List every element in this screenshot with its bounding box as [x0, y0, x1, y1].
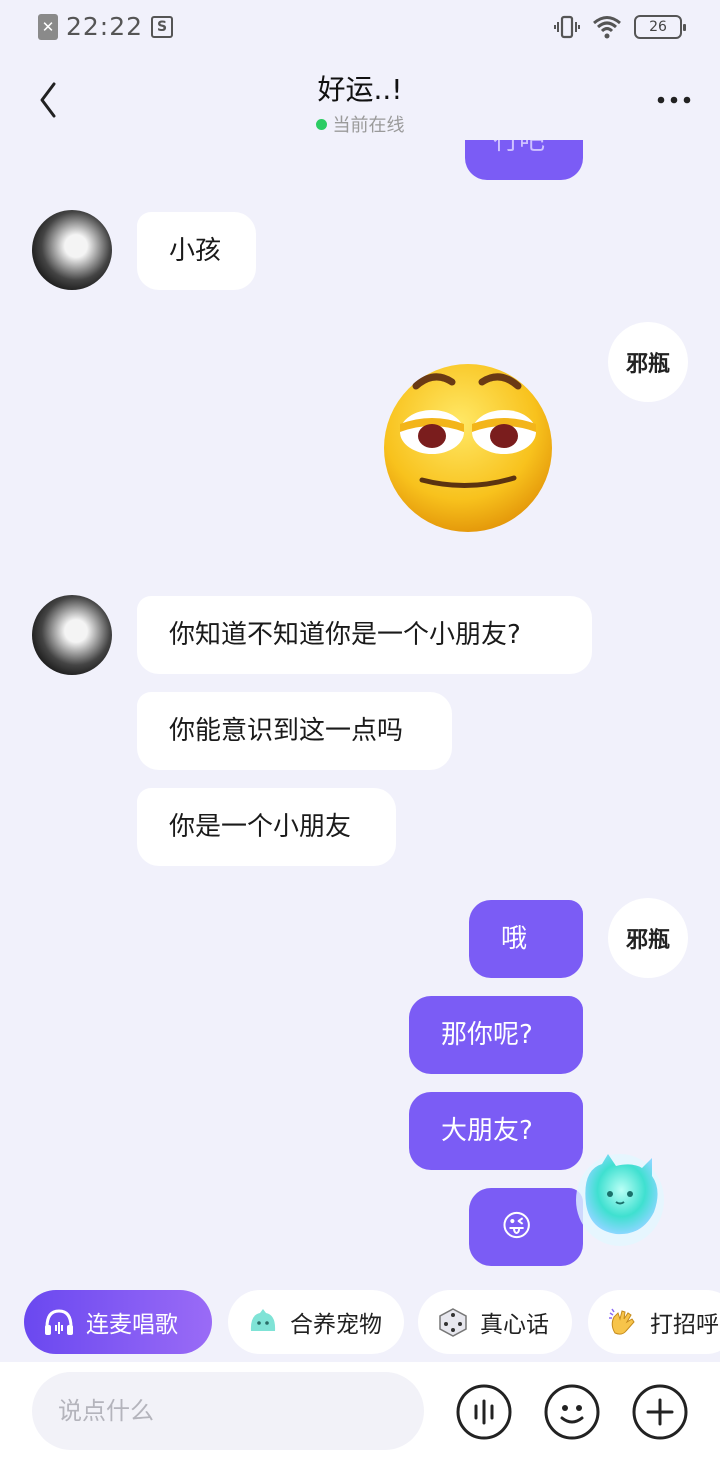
dice-icon	[439, 1308, 467, 1337]
online-status-label: 当前在线	[332, 115, 405, 136]
message-bubble-incoming[interactable]: 你知道不知道你是一个小朋友?	[137, 596, 592, 674]
quick-action-truth[interactable]: 真心话	[418, 1290, 572, 1354]
status-time: 22:22	[66, 12, 144, 41]
quick-actions-bar: 连麦唱歌 合养宠物 真心话 打招呼	[0, 1290, 720, 1356]
quick-action-pet[interactable]: 合养宠物	[228, 1290, 404, 1354]
wifi-icon	[593, 16, 621, 39]
message-bubble-outgoing[interactable]: 大朋友?	[409, 1092, 583, 1170]
contact-avatar[interactable]	[32, 210, 112, 290]
more-options-icon[interactable]	[656, 94, 692, 106]
vibrate-icon	[554, 15, 580, 39]
message-bubble-incoming[interactable]: 你是一个小朋友	[137, 788, 396, 866]
screenshot-icon: S	[151, 15, 174, 38]
chat-header: 好运..! 当前在线	[0, 56, 720, 140]
message-bubble-outgoing[interactable]: 哦	[469, 900, 583, 978]
message-list[interactable]: 行吧 小孩 邪瓶 你知道不知道你是一个小朋友? 你能意识到这一点吗 你是一个小朋…	[0, 140, 720, 1285]
message-bubble-outgoing[interactable]: 😜	[469, 1188, 583, 1266]
input-bar	[0, 1362, 720, 1460]
contact-avatar[interactable]	[32, 595, 112, 675]
self-avatar[interactable]: 邪瓶	[608, 322, 688, 402]
quick-action-sing[interactable]: 连麦唱歌	[24, 1290, 212, 1354]
message-bubble-outgoing[interactable]: 那你呢?	[409, 996, 583, 1074]
add-icon[interactable]	[632, 1384, 688, 1440]
status-right: 26	[554, 14, 686, 40]
self-avatar-label: 邪瓶	[625, 927, 670, 953]
status-bar: ✕ 22:22 S 26	[0, 0, 720, 56]
headphones-icon	[45, 1309, 73, 1335]
waving-hand-icon	[609, 1308, 635, 1335]
chat-title: 好运..!	[317, 73, 403, 106]
self-avatar-label: 邪瓶	[625, 351, 670, 377]
quick-action-label: 连麦唱歌	[86, 1312, 178, 1338]
quick-action-label: 合养宠物	[290, 1312, 382, 1338]
online-status: 当前在线	[0, 111, 720, 137]
message-input[interactable]	[32, 1372, 424, 1450]
quick-action-greet[interactable]: 打招呼	[588, 1290, 720, 1354]
message-bubble-outgoing[interactable]: 行吧	[465, 140, 583, 180]
quick-action-label: 真心话	[480, 1312, 549, 1338]
message-bubble-incoming[interactable]: 小孩	[137, 212, 256, 290]
floating-pet-icon[interactable]	[572, 1140, 668, 1250]
self-avatar[interactable]: 邪瓶	[608, 898, 688, 978]
emoji-sticker-smirk[interactable]	[382, 362, 554, 534]
online-dot-icon	[315, 119, 327, 130]
message-bubble-incoming[interactable]: 你能意识到这一点吗	[137, 692, 452, 770]
voice-input-icon[interactable]	[456, 1384, 512, 1440]
quick-action-label: 打招呼	[650, 1312, 719, 1338]
notification-icon: ✕	[38, 13, 58, 40]
emoji-icon[interactable]	[544, 1384, 600, 1440]
battery-indicator: 26	[634, 15, 686, 39]
status-left: ✕ 22:22 S	[38, 12, 174, 41]
pet-icon	[250, 1309, 276, 1331]
